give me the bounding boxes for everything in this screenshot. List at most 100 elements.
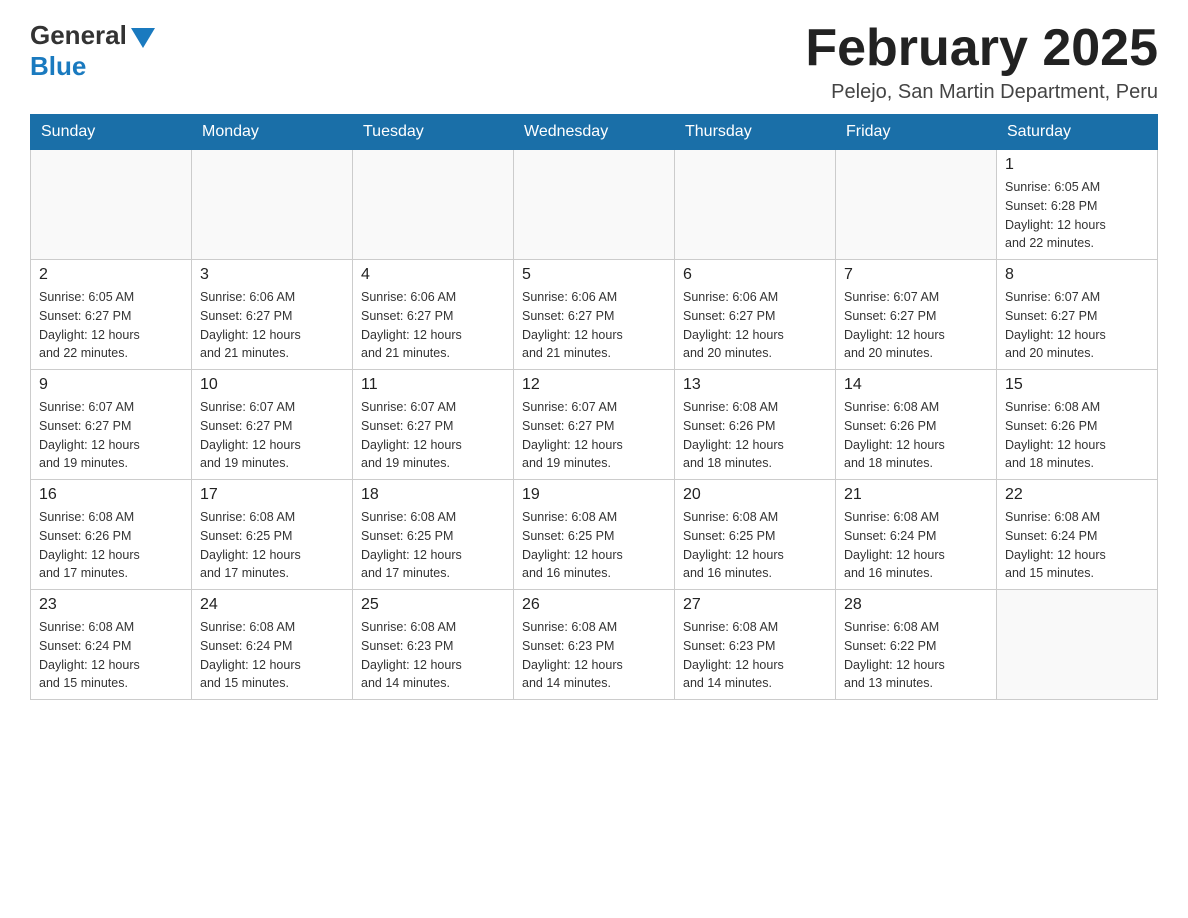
day-number: 3: [200, 266, 344, 284]
title-section: February 2025 Pelejo, San Martin Departm…: [805, 20, 1158, 104]
calendar-cell: 25 Sunrise: 6:08 AMSunset: 6:23 PMDayligh…: [353, 590, 514, 700]
day-info: Sunrise: 6:08 AMSunset: 6:23 PMDaylight:…: [522, 618, 666, 693]
calendar-cell: 28Sunrise: 6:08 AMSunset: 6:22 PMDayligh…: [836, 590, 997, 700]
calendar-cell: [997, 590, 1158, 700]
calendar-cell: 10 Sunrise: 6:07 AMSunset: 6:27 PMDayligh…: [192, 370, 353, 480]
calendar-cell: 23 Sunrise: 6:08 AMSunset: 6:24 PMDayligh…: [31, 590, 192, 700]
day-number: 23: [39, 596, 183, 614]
calendar-week-row: 23 Sunrise: 6:08 AMSunset: 6:24 PMDayligh…: [31, 590, 1158, 700]
calendar-cell: 20 Sunrise: 6:08 AMSunset: 6:25 PMDayligh…: [675, 480, 836, 590]
day-info: Sunrise: 6:08 AMSunset: 6:25 PMDaylight:…: [683, 508, 827, 583]
day-number: 28: [844, 596, 988, 614]
calendar-cell: 22 Sunrise: 6:08 AMSunset: 6:24 PMDayligh…: [997, 480, 1158, 590]
calendar-cell: 18 Sunrise: 6:08 AMSunset: 6:25 PMDayligh…: [353, 480, 514, 590]
day-number: 15: [1005, 376, 1149, 394]
day-info: Sunrise: 6:08 AMSunset: 6:24 PMDaylight:…: [39, 618, 183, 693]
calendar-cell: 4 Sunrise: 6:06 AMSunset: 6:27 PMDaylight…: [353, 260, 514, 370]
day-info: Sunrise: 6:08 AMSunset: 6:24 PMDaylight:…: [200, 618, 344, 693]
day-info: Sunrise: 6:07 AMSunset: 6:27 PMDaylight:…: [844, 288, 988, 363]
day-info: Sunrise: 6:06 AMSunset: 6:27 PMDaylight:…: [683, 288, 827, 363]
weekday-header-monday: Monday: [192, 115, 353, 150]
day-number: 13: [683, 376, 827, 394]
calendar-cell: 3 Sunrise: 6:06 AMSunset: 6:27 PMDaylight…: [192, 260, 353, 370]
day-info: Sunrise: 6:08 AMSunset: 6:26 PMDaylight:…: [683, 398, 827, 473]
weekday-header-wednesday: Wednesday: [514, 115, 675, 150]
calendar-week-row: 9 Sunrise: 6:07 AMSunset: 6:27 PMDaylight…: [31, 370, 1158, 480]
day-number: 7: [844, 266, 988, 284]
day-number: 6: [683, 266, 827, 284]
calendar-cell: 21 Sunrise: 6:08 AMSunset: 6:24 PMDayligh…: [836, 480, 997, 590]
day-number: 1: [1005, 156, 1149, 174]
day-info: Sunrise: 6:08 AMSunset: 6:26 PMDaylight:…: [39, 508, 183, 583]
logo-general: General: [30, 20, 127, 51]
day-info: Sunrise: 6:08 AMSunset: 6:24 PMDaylight:…: [844, 508, 988, 583]
day-number: 17: [200, 486, 344, 504]
page-header: General Blue February 2025 Pelejo, San M…: [30, 20, 1158, 104]
day-number: 22: [1005, 486, 1149, 504]
calendar-table: SundayMondayTuesdayWednesdayThursdayFrid…: [30, 114, 1158, 700]
calendar-cell: 19 Sunrise: 6:08 AMSunset: 6:25 PMDayligh…: [514, 480, 675, 590]
day-number: 12: [522, 376, 666, 394]
calendar-cell: [353, 150, 514, 260]
day-info: Sunrise: 6:08 AMSunset: 6:25 PMDaylight:…: [361, 508, 505, 583]
calendar-cell: 5Sunrise: 6:06 AMSunset: 6:27 PMDaylight…: [514, 260, 675, 370]
weekday-header-thursday: Thursday: [675, 115, 836, 150]
day-number: 20: [683, 486, 827, 504]
day-number: 25: [361, 596, 505, 614]
calendar-cell: 24 Sunrise: 6:08 AMSunset: 6:24 PMDayligh…: [192, 590, 353, 700]
day-number: 2: [39, 266, 183, 284]
day-info: Sunrise: 6:08 AMSunset: 6:25 PMDaylight:…: [522, 508, 666, 583]
calendar-cell: 13 Sunrise: 6:08 AMSunset: 6:26 PMDayligh…: [675, 370, 836, 480]
calendar-cell: 7 Sunrise: 6:07 AMSunset: 6:27 PMDaylight…: [836, 260, 997, 370]
day-number: 19: [522, 486, 666, 504]
calendar-cell: 16 Sunrise: 6:08 AMSunset: 6:26 PMDayligh…: [31, 480, 192, 590]
day-info: Sunrise: 6:08 AMSunset: 6:24 PMDaylight:…: [1005, 508, 1149, 583]
day-info: Sunrise: 6:08 AMSunset: 6:26 PMDaylight:…: [1005, 398, 1149, 473]
day-info: Sunrise: 6:08 AMSunset: 6:26 PMDaylight:…: [844, 398, 988, 473]
calendar-cell: 9 Sunrise: 6:07 AMSunset: 6:27 PMDaylight…: [31, 370, 192, 480]
calendar-header-row: SundayMondayTuesdayWednesdayThursdayFrid…: [31, 115, 1158, 150]
day-number: 21: [844, 486, 988, 504]
calendar-cell: 15 Sunrise: 6:08 AMSunset: 6:26 PMDayligh…: [997, 370, 1158, 480]
logo-blue: Blue: [30, 51, 86, 82]
day-info: Sunrise: 6:06 AMSunset: 6:27 PMDaylight:…: [361, 288, 505, 363]
calendar-week-row: 1 Sunrise: 6:05 AMSunset: 6:28 PMDaylight…: [31, 150, 1158, 260]
day-number: 4: [361, 266, 505, 284]
day-number: 27: [683, 596, 827, 614]
day-number: 5: [522, 266, 666, 284]
calendar-cell: 12 Sunrise: 6:07 AMSunset: 6:27 PMDayligh…: [514, 370, 675, 480]
day-number: 8: [1005, 266, 1149, 284]
calendar-cell: 17 Sunrise: 6:08 AMSunset: 6:25 PMDayligh…: [192, 480, 353, 590]
calendar-cell: 26 Sunrise: 6:08 AMSunset: 6:23 PMDayligh…: [514, 590, 675, 700]
weekday-header-sunday: Sunday: [31, 115, 192, 150]
day-info: Sunrise: 6:08 AMSunset: 6:25 PMDaylight:…: [200, 508, 344, 583]
calendar-cell: 11 Sunrise: 6:07 AMSunset: 6:27 PMDayligh…: [353, 370, 514, 480]
calendar-cell: [192, 150, 353, 260]
weekday-header-tuesday: Tuesday: [353, 115, 514, 150]
calendar-cell: 14Sunrise: 6:08 AMSunset: 6:26 PMDayligh…: [836, 370, 997, 480]
day-number: 11: [361, 376, 505, 394]
calendar-week-row: 2 Sunrise: 6:05 AMSunset: 6:27 PMDaylight…: [31, 260, 1158, 370]
day-number: 16: [39, 486, 183, 504]
day-info: Sunrise: 6:08 AMSunset: 6:23 PMDaylight:…: [361, 618, 505, 693]
day-info: Sunrise: 6:07 AMSunset: 6:27 PMDaylight:…: [39, 398, 183, 473]
logo-triangle-icon: [131, 28, 155, 48]
day-info: Sunrise: 6:07 AMSunset: 6:27 PMDaylight:…: [1005, 288, 1149, 363]
day-info: Sunrise: 6:08 AMSunset: 6:23 PMDaylight:…: [683, 618, 827, 693]
day-number: 9: [39, 376, 183, 394]
calendar-cell: [31, 150, 192, 260]
calendar-week-row: 16 Sunrise: 6:08 AMSunset: 6:26 PMDayligh…: [31, 480, 1158, 590]
day-info: Sunrise: 6:07 AMSunset: 6:27 PMDaylight:…: [361, 398, 505, 473]
location-subtitle: Pelejo, San Martin Department, Peru: [805, 81, 1158, 104]
day-info: Sunrise: 6:06 AMSunset: 6:27 PMDaylight:…: [200, 288, 344, 363]
day-info: Sunrise: 6:07 AMSunset: 6:27 PMDaylight:…: [522, 398, 666, 473]
day-info: Sunrise: 6:07 AMSunset: 6:27 PMDaylight:…: [200, 398, 344, 473]
day-info: Sunrise: 6:05 AMSunset: 6:27 PMDaylight:…: [39, 288, 183, 363]
calendar-cell: 6 Sunrise: 6:06 AMSunset: 6:27 PMDaylight…: [675, 260, 836, 370]
day-number: 10: [200, 376, 344, 394]
day-number: 24: [200, 596, 344, 614]
day-info: Sunrise: 6:05 AMSunset: 6:28 PMDaylight:…: [1005, 178, 1149, 253]
calendar-cell: 27 Sunrise: 6:08 AMSunset: 6:23 PMDayligh…: [675, 590, 836, 700]
day-number: 18: [361, 486, 505, 504]
day-number: 26: [522, 596, 666, 614]
